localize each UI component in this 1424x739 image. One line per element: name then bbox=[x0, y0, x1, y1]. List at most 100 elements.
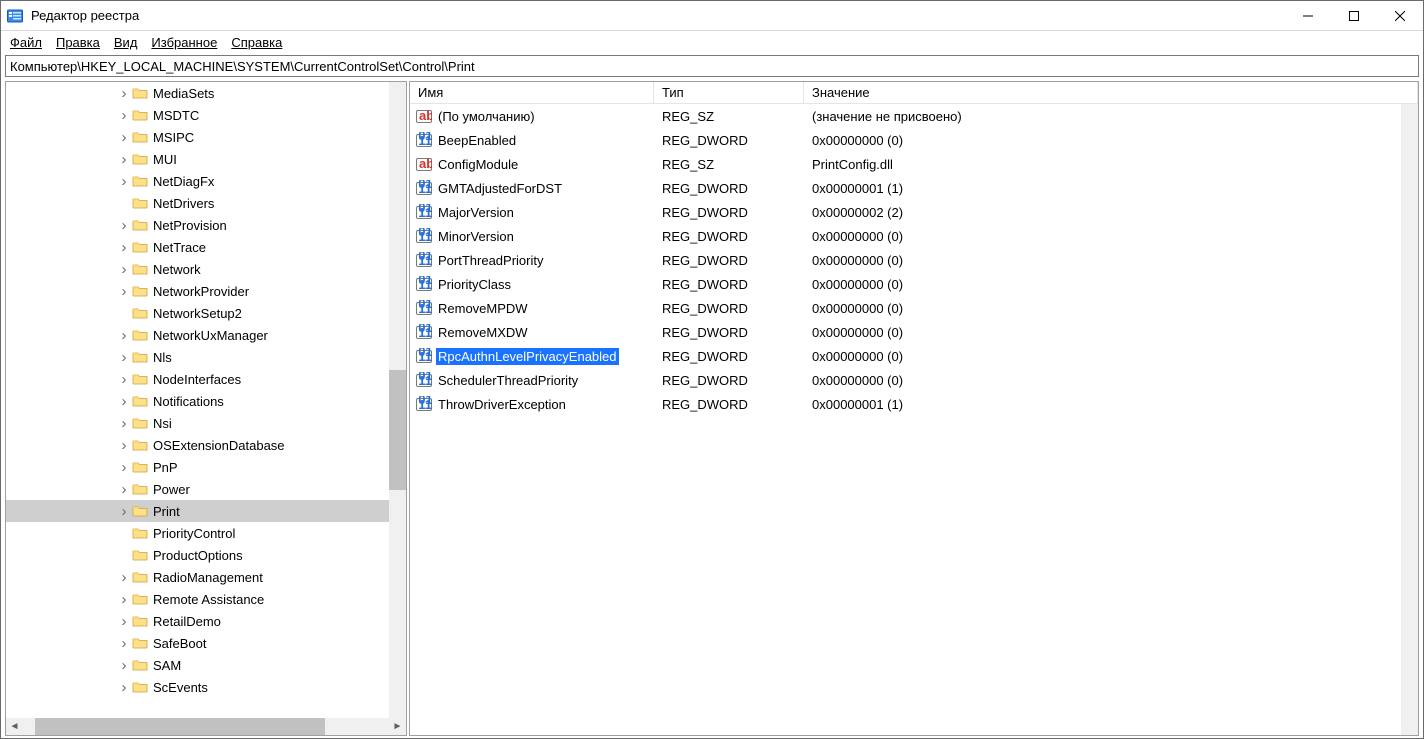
chevron-right-icon[interactable]: › bbox=[116, 239, 132, 256]
tree-item[interactable]: NetDrivers bbox=[6, 192, 406, 214]
tree-item[interactable]: › MSDTC bbox=[6, 104, 406, 126]
chevron-right-icon[interactable]: › bbox=[116, 85, 132, 102]
value-type: REG_DWORD bbox=[654, 301, 804, 316]
chevron-right-icon[interactable]: › bbox=[116, 459, 132, 476]
close-button[interactable] bbox=[1377, 1, 1423, 31]
value-row[interactable]: 011110MinorVersionREG_DWORD0x00000000 (0… bbox=[410, 224, 1401, 248]
tree-item[interactable]: ›NetProvision bbox=[6, 214, 406, 236]
menu-file[interactable]: Файл bbox=[3, 33, 49, 52]
tree-item[interactable]: ›RadioManagement bbox=[6, 566, 406, 588]
chevron-right-icon[interactable]: › bbox=[116, 107, 132, 124]
svg-text:ab: ab bbox=[419, 108, 432, 123]
tree-item[interactable]: ›NetTrace bbox=[6, 236, 406, 258]
minimize-button[interactable] bbox=[1285, 1, 1331, 31]
folder-icon bbox=[132, 262, 148, 276]
tree-item[interactable]: NetworkSetup2 bbox=[6, 302, 406, 324]
scrollbar-thumb[interactable] bbox=[35, 718, 325, 735]
tree-vertical-scrollbar[interactable] bbox=[389, 82, 406, 718]
chevron-right-icon[interactable]: › bbox=[116, 613, 132, 630]
maximize-button[interactable] bbox=[1331, 1, 1377, 31]
column-type[interactable]: Тип bbox=[654, 82, 804, 103]
tree-item[interactable]: ›Remote Assistance bbox=[6, 588, 406, 610]
folder-icon bbox=[132, 680, 148, 694]
scroll-right-icon[interactable]: ► bbox=[389, 718, 406, 735]
scrollbar-track[interactable] bbox=[23, 718, 389, 735]
chevron-right-icon[interactable]: › bbox=[116, 569, 132, 586]
value-vertical-scrollbar[interactable] bbox=[1401, 104, 1418, 735]
chevron-right-icon[interactable]: › bbox=[116, 657, 132, 674]
tree-item[interactable]: ›OSExtensionDatabase bbox=[6, 434, 406, 456]
reg-sz-icon: ab bbox=[416, 108, 432, 124]
tree-item[interactable]: ›RetailDemo bbox=[6, 610, 406, 632]
value-row[interactable]: 011110BeepEnabledREG_DWORD0x00000000 (0) bbox=[410, 128, 1401, 152]
chevron-right-icon[interactable]: › bbox=[116, 327, 132, 344]
column-name[interactable]: Имя bbox=[410, 82, 654, 103]
tree-item[interactable]: ProductOptions bbox=[6, 544, 406, 566]
chevron-right-icon[interactable]: › bbox=[116, 283, 132, 300]
folder-icon bbox=[132, 526, 148, 540]
tree-item[interactable]: ›SAM bbox=[6, 654, 406, 676]
chevron-right-icon[interactable]: › bbox=[116, 591, 132, 608]
chevron-right-icon[interactable]: › bbox=[116, 437, 132, 454]
chevron-right-icon[interactable]: › bbox=[116, 481, 132, 498]
chevron-right-icon[interactable]: › bbox=[116, 217, 132, 234]
chevron-right-icon[interactable]: › bbox=[116, 371, 132, 388]
tree-item[interactable]: ›Network bbox=[6, 258, 406, 280]
tree-item[interactable]: ›Print bbox=[6, 500, 406, 522]
tree-item[interactable]: ›Nsi bbox=[6, 412, 406, 434]
value-data: PrintConfig.dll bbox=[804, 157, 1401, 172]
tree-item[interactable]: ›MediaSets bbox=[6, 82, 406, 104]
chevron-right-icon[interactable]: › bbox=[116, 349, 132, 366]
tree-item[interactable]: ›ScEvents bbox=[6, 676, 406, 698]
value-row[interactable]: 011110SchedulerThreadPriorityREG_DWORD0x… bbox=[410, 368, 1401, 392]
value-data: 0x00000001 (1) bbox=[804, 181, 1401, 196]
chevron-right-icon[interactable]: › bbox=[116, 173, 132, 190]
reg-sz-icon: ab bbox=[416, 156, 432, 172]
tree-item[interactable]: PriorityControl bbox=[6, 522, 406, 544]
tree-item-label: MSDTC bbox=[152, 107, 202, 124]
value-data: 0x00000002 (2) bbox=[804, 205, 1401, 220]
tree-horizontal-scrollbar[interactable]: ◄ ► bbox=[6, 718, 406, 735]
value-type: REG_DWORD bbox=[654, 373, 804, 388]
value-row[interactable]: abConfigModuleREG_SZPrintConfig.dll bbox=[410, 152, 1401, 176]
tree-item[interactable]: › Notifications bbox=[6, 390, 406, 412]
chevron-right-icon[interactable]: › bbox=[116, 393, 132, 410]
value-row[interactable]: 011110RemoveMPDWREG_DWORD0x00000000 (0) bbox=[410, 296, 1401, 320]
value-row[interactable]: 011110ThrowDriverExceptionREG_DWORD0x000… bbox=[410, 392, 1401, 416]
value-row[interactable]: 011110RemoveMXDWREG_DWORD0x00000000 (0) bbox=[410, 320, 1401, 344]
tree-item[interactable]: ›NetworkProvider bbox=[6, 280, 406, 302]
scroll-left-icon[interactable]: ◄ bbox=[6, 718, 23, 735]
tree-item[interactable]: ›NodeInterfaces bbox=[6, 368, 406, 390]
value-row[interactable]: 011110PriorityClassREG_DWORD0x00000000 (… bbox=[410, 272, 1401, 296]
tree-item[interactable]: ›MUI bbox=[6, 148, 406, 170]
menu-favorites[interactable]: Избранное bbox=[144, 33, 224, 52]
menu-help[interactable]: Справка bbox=[224, 33, 289, 52]
chevron-right-icon[interactable]: › bbox=[116, 415, 132, 432]
folder-icon bbox=[132, 218, 148, 232]
tree-item[interactable]: ›Power bbox=[6, 478, 406, 500]
chevron-right-icon[interactable]: › bbox=[116, 635, 132, 652]
value-row[interactable]: 011110PortThreadPriorityREG_DWORD0x00000… bbox=[410, 248, 1401, 272]
chevron-right-icon[interactable]: › bbox=[116, 679, 132, 696]
value-row[interactable]: 011110RpcAuthnLevelPrivacyEnabledREG_DWO… bbox=[410, 344, 1401, 368]
menu-view[interactable]: Вид bbox=[107, 33, 145, 52]
chevron-right-icon[interactable]: › bbox=[116, 503, 132, 520]
chevron-right-icon[interactable]: › bbox=[116, 129, 132, 146]
tree-item[interactable]: ›MSIPC bbox=[6, 126, 406, 148]
value-row[interactable]: 011110GMTAdjustedForDSTREG_DWORD0x000000… bbox=[410, 176, 1401, 200]
value-row[interactable]: ab(По умолчанию)REG_SZ(значение не присв… bbox=[410, 104, 1401, 128]
address-bar[interactable]: Компьютер\HKEY_LOCAL_MACHINE\SYSTEM\Curr… bbox=[5, 55, 1419, 77]
tree-item-label: Notifications bbox=[152, 393, 227, 410]
chevron-right-icon[interactable]: › bbox=[116, 151, 132, 168]
menu-edit[interactable]: Правка bbox=[49, 33, 107, 52]
column-value[interactable]: Значение bbox=[804, 82, 1418, 103]
scrollbar-thumb[interactable] bbox=[389, 370, 406, 490]
chevron-right-icon[interactable]: › bbox=[116, 261, 132, 278]
tree-item[interactable]: ›SafeBoot bbox=[6, 632, 406, 654]
value-data: 0x00000000 (0) bbox=[804, 277, 1401, 292]
value-row[interactable]: 011110MajorVersionREG_DWORD0x00000002 (2… bbox=[410, 200, 1401, 224]
tree-item[interactable]: ›PnP bbox=[6, 456, 406, 478]
tree-item[interactable]: ›Nls bbox=[6, 346, 406, 368]
tree-item[interactable]: ›NetworkUxManager bbox=[6, 324, 406, 346]
tree-item[interactable]: ›NetDiagFx bbox=[6, 170, 406, 192]
